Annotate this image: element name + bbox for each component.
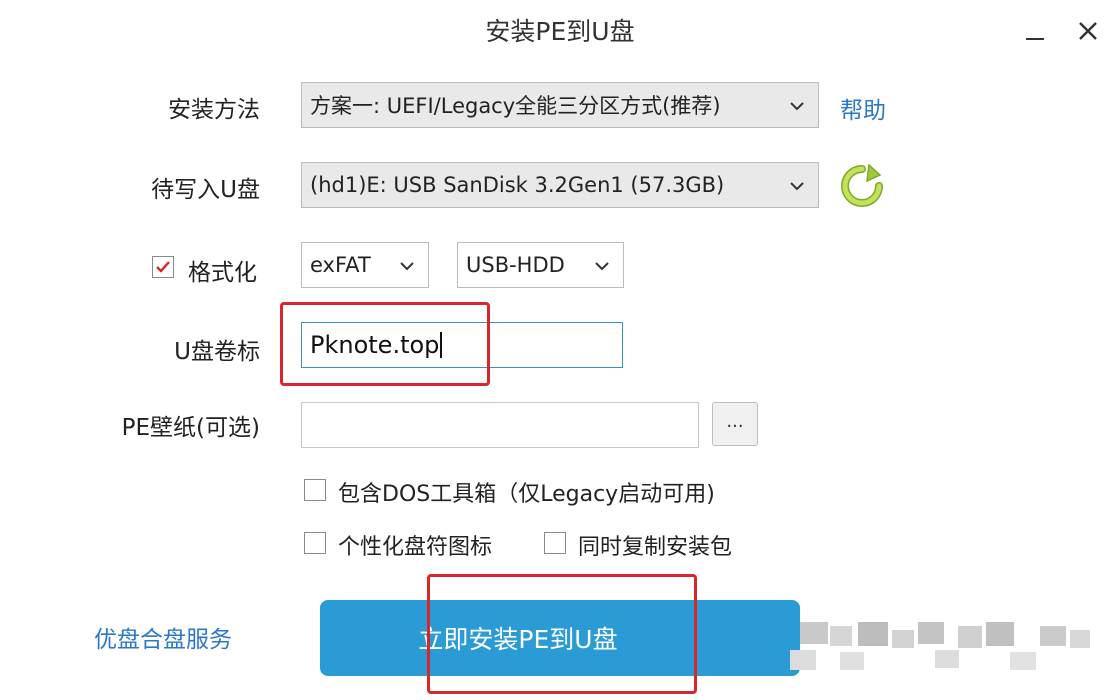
volume-label-label: U盘卷标: [174, 339, 260, 365]
copy-package-checkbox[interactable]: [544, 532, 566, 554]
dos-toolbox-checkbox[interactable]: [304, 479, 326, 501]
chevron-down-icon: [790, 102, 804, 111]
service-link[interactable]: 优盘合盘服务: [94, 620, 232, 654]
wallpaper-label: PE壁纸(可选): [121, 415, 260, 441]
filesystem-value: exFAT: [310, 253, 371, 277]
install-method-value: 方案一: UEFI/Legacy全能三分区方式(推荐): [310, 94, 721, 118]
boot-mode-value: USB-HDD: [466, 253, 565, 277]
text-caret: [440, 332, 443, 358]
copy-package-label: 同时复制安装包: [578, 535, 733, 560]
custom-icon-checkbox[interactable]: [304, 532, 326, 554]
wallpaper-input[interactable]: [301, 402, 699, 448]
refresh-icon: [841, 163, 883, 207]
boot-mode-select[interactable]: USB-HDD: [457, 242, 624, 288]
format-checkbox[interactable]: [152, 256, 174, 278]
install-button[interactable]: 立即安装PE到U盘: [320, 600, 800, 676]
target-drive-value: (hd1)E: USB SanDisk 3.2Gen1 (57.3GB): [310, 173, 725, 197]
target-drive-label: 待写入U盘: [151, 177, 260, 203]
filesystem-select[interactable]: exFAT: [301, 242, 429, 288]
volume-label-input[interactable]: Pknote.top: [301, 322, 623, 368]
refresh-button[interactable]: [839, 163, 885, 209]
help-link[interactable]: 帮助: [840, 91, 886, 125]
install-pe-dialog: 安装PE到U盘 安装方法 方案一: UEFI/Legacy全能三分区方式(推荐)…: [0, 0, 1120, 700]
minimize-icon: [1026, 38, 1044, 40]
format-label: 格式化: [188, 260, 257, 286]
chevron-down-icon: [400, 262, 414, 271]
close-button[interactable]: [1071, 14, 1105, 48]
chevron-down-icon: [595, 262, 609, 271]
window-title: 安装PE到U盘: [485, 17, 635, 46]
minimize-button[interactable]: [1018, 14, 1052, 48]
install-button-label: 立即安装PE到U盘: [418, 625, 618, 654]
check-icon: [156, 261, 170, 273]
custom-icon-label: 个性化盘符图标: [338, 535, 493, 560]
install-method-label: 安装方法: [168, 97, 260, 123]
target-drive-select[interactable]: (hd1)E: USB SanDisk 3.2Gen1 (57.3GB): [301, 162, 819, 208]
install-method-select[interactable]: 方案一: UEFI/Legacy全能三分区方式(推荐): [301, 82, 819, 128]
browse-button[interactable]: ...: [712, 402, 758, 446]
dos-toolbox-label: 包含DOS工具箱（仅Legacy启动可用): [338, 482, 715, 507]
close-icon: [1079, 22, 1097, 40]
volume-label-value: Pknote.top: [310, 331, 440, 359]
chevron-down-icon: [790, 182, 804, 191]
